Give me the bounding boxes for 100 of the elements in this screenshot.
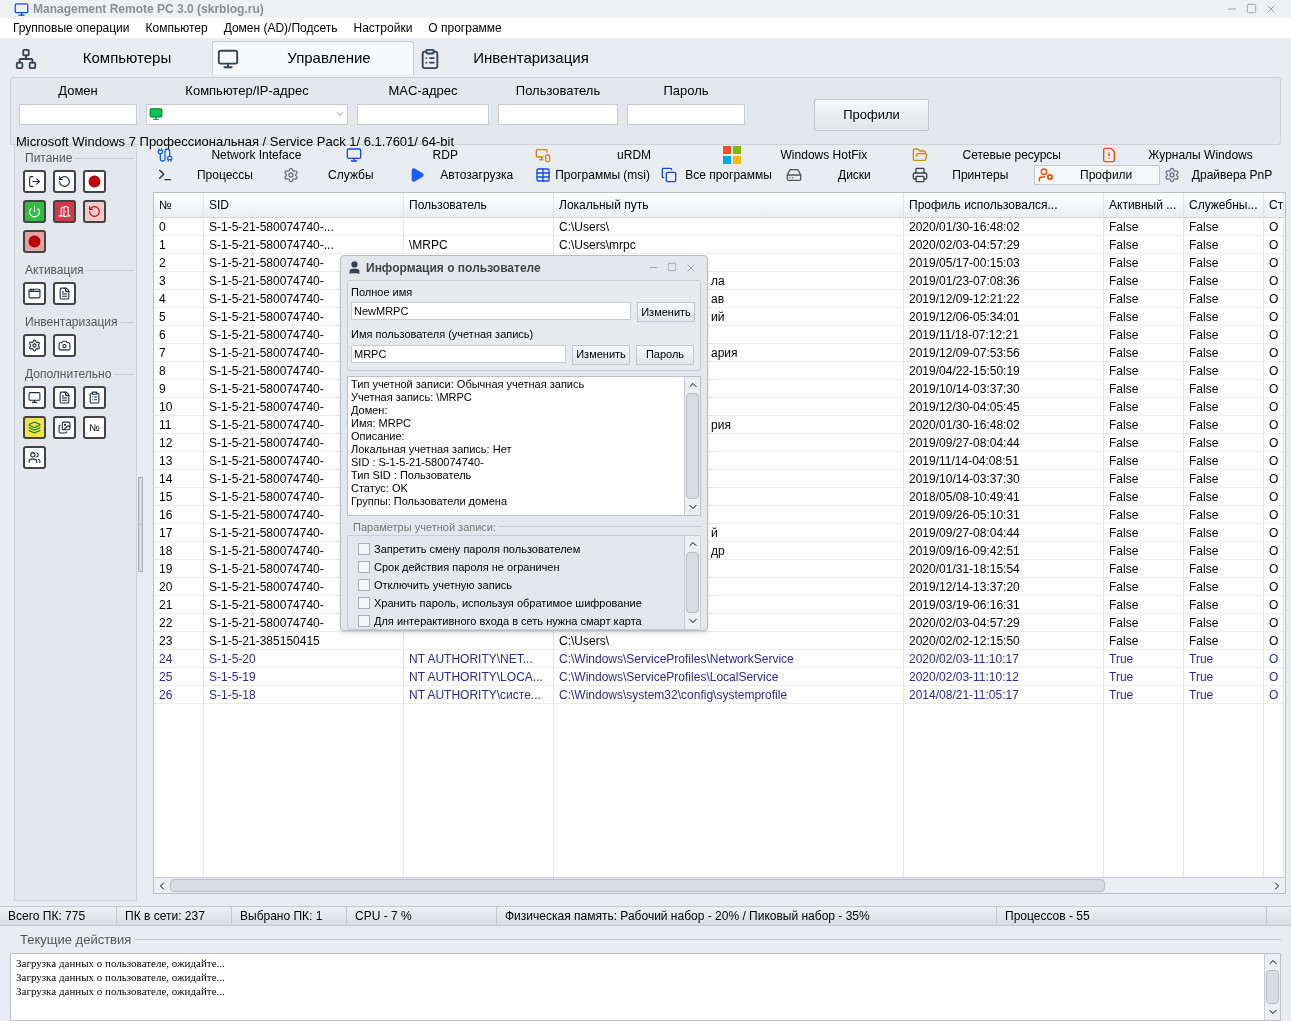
table-cell: 2 xyxy=(159,254,166,271)
toolbar-tab[interactable]: Все программы xyxy=(656,165,783,185)
table-cell: O xyxy=(1269,290,1279,307)
table-cell: O xyxy=(1269,560,1279,577)
collapse-handle[interactable] xyxy=(138,477,143,572)
sidebar-button[interactable]: № xyxy=(83,416,106,439)
horizontal-scrollbar[interactable] xyxy=(154,877,1285,893)
sidebar-button[interactable] xyxy=(53,416,76,439)
sidebar-button[interactable] xyxy=(23,334,46,357)
sidebar-button[interactable] xyxy=(23,446,46,469)
sidebar-button[interactable] xyxy=(23,170,46,193)
sidebar-button[interactable] xyxy=(23,416,46,439)
menu-item[interactable]: Групповые операции xyxy=(10,19,133,37)
table-cell: False xyxy=(1189,488,1219,505)
table-cell: 2020/02/03-11:10:12 xyxy=(909,668,1019,685)
input-field[interactable] xyxy=(627,103,745,125)
input-field[interactable] xyxy=(498,103,618,125)
sidebar-button[interactable] xyxy=(83,170,106,193)
sidebar-button[interactable] xyxy=(83,200,106,223)
info-scrollbar[interactable] xyxy=(684,376,700,515)
checkbox[interactable] xyxy=(358,615,370,628)
column-header[interactable]: SID xyxy=(209,196,229,214)
checkbox[interactable] xyxy=(358,597,370,610)
table-cell: 2020/02/03-04:57:29 xyxy=(909,236,1020,253)
toolbar-tab[interactable]: Процессы xyxy=(153,165,279,185)
toolbar-tab[interactable]: Журналы Windows xyxy=(1097,145,1286,165)
column-header[interactable]: Профиль использовался... xyxy=(909,196,1058,214)
table-cell: False xyxy=(1109,596,1139,613)
table-cell: ав xyxy=(711,290,725,307)
column-header[interactable]: Активный ... xyxy=(1109,196,1177,214)
toolbar-tab[interactable]: Сетевые ресурсы xyxy=(908,145,1098,165)
table-cell: S-1-5-21-580074740- xyxy=(209,542,324,559)
tab-icon xyxy=(15,47,37,70)
table-cell: 20 xyxy=(159,578,173,595)
table-cell: False xyxy=(1189,416,1219,433)
table-cell: 2019/10/14-03:37:30 xyxy=(909,470,1020,487)
log-line: Загрузка данных о пользователе, ожидайте... xyxy=(16,969,226,984)
layers-icon xyxy=(28,421,41,434)
sidebar-button[interactable] xyxy=(83,386,106,409)
sidebar-button[interactable] xyxy=(53,386,76,409)
table-cell: O xyxy=(1269,308,1279,325)
password-button[interactable]: Пароль xyxy=(636,344,694,365)
menu-item[interactable]: Компьютер xyxy=(142,19,211,37)
table-cell: 13 xyxy=(159,452,173,469)
main-tab[interactable]: Компьютеры xyxy=(10,41,212,75)
toolbar-tab[interactable]: Драйвера PnP xyxy=(1160,165,1286,185)
column-header[interactable]: № xyxy=(159,196,172,214)
toolbar-tab[interactable]: Автозагрузка xyxy=(404,165,531,185)
log-title: Текущие действия xyxy=(19,931,132,949)
gear-icon xyxy=(1164,167,1181,183)
toolbar-tab[interactable]: Программы (msi) xyxy=(530,165,657,185)
table-cell: S-1-5-21-580074740- xyxy=(209,344,324,361)
input-field[interactable] xyxy=(357,103,489,125)
full-name-field[interactable]: NewMRPC xyxy=(351,302,631,321)
column-header[interactable]: Локальный путь xyxy=(559,196,649,214)
table-cell: 2019/12/30-04:05:45 xyxy=(909,398,1020,415)
sidebar-button[interactable] xyxy=(53,334,76,357)
sidebar-button[interactable] xyxy=(23,386,46,409)
main-tab[interactable]: Управление xyxy=(212,41,414,75)
user-icon xyxy=(347,260,362,276)
toolbar-tab[interactable]: Windows HotFix xyxy=(719,145,909,165)
change-button[interactable]: Изменить xyxy=(637,302,695,323)
table-cell: 6 xyxy=(159,326,166,343)
toolbar-tab[interactable]: Службы xyxy=(278,165,405,185)
table-cell: False xyxy=(1189,236,1219,253)
sidebar-button[interactable] xyxy=(23,282,46,305)
sidebar-button[interactable] xyxy=(53,200,76,223)
sidebar-button[interactable] xyxy=(23,200,46,223)
toolbar-tab[interactable]: uRDM xyxy=(530,145,720,165)
main-tab[interactable]: Инвентаризация xyxy=(414,41,616,75)
table-cell: False xyxy=(1109,488,1139,505)
checkbox[interactable] xyxy=(358,543,370,556)
table-cell: False xyxy=(1189,560,1219,577)
menu-item[interactable]: Домен (AD)/Подсеть xyxy=(220,19,341,37)
change-button[interactable]: Изменить xyxy=(572,344,630,365)
computer-dropdown[interactable] xyxy=(146,103,348,125)
table-cell: False xyxy=(1189,218,1219,235)
input-field[interactable] xyxy=(19,103,137,125)
table-cell: S-1-5-21-580074740- xyxy=(209,614,324,631)
app-icon xyxy=(14,1,29,17)
params-scrollbar[interactable] xyxy=(684,536,700,629)
column-header[interactable]: Пользователь xyxy=(409,196,487,214)
profiles-button[interactable]: Профили xyxy=(814,98,929,131)
menu-item[interactable]: Настройки xyxy=(350,19,416,37)
toolbar-tab[interactable]: Профили xyxy=(1034,165,1161,185)
close-icon[interactable] xyxy=(1265,3,1277,15)
account-field[interactable]: MRPC xyxy=(351,344,566,363)
table-cell: True xyxy=(1189,650,1214,667)
column-header[interactable]: Служебны... xyxy=(1189,196,1258,214)
checkbox[interactable] xyxy=(358,579,370,592)
menu-item[interactable]: О программе xyxy=(425,19,505,37)
table-cell: 18 xyxy=(159,542,173,559)
toolbar-tab[interactable]: Диски xyxy=(782,165,909,185)
checkbox[interactable] xyxy=(358,561,370,574)
sidebar-button[interactable] xyxy=(53,170,76,193)
table-cell: C:\Windows\ServiceProfiles\LocalService xyxy=(559,668,779,685)
sidebar-button[interactable] xyxy=(53,282,76,305)
toolbar-tab[interactable]: Принтеры xyxy=(908,165,1035,185)
log-scrollbar[interactable] xyxy=(1264,953,1280,1020)
column-header[interactable]: Ст xyxy=(1269,196,1283,214)
